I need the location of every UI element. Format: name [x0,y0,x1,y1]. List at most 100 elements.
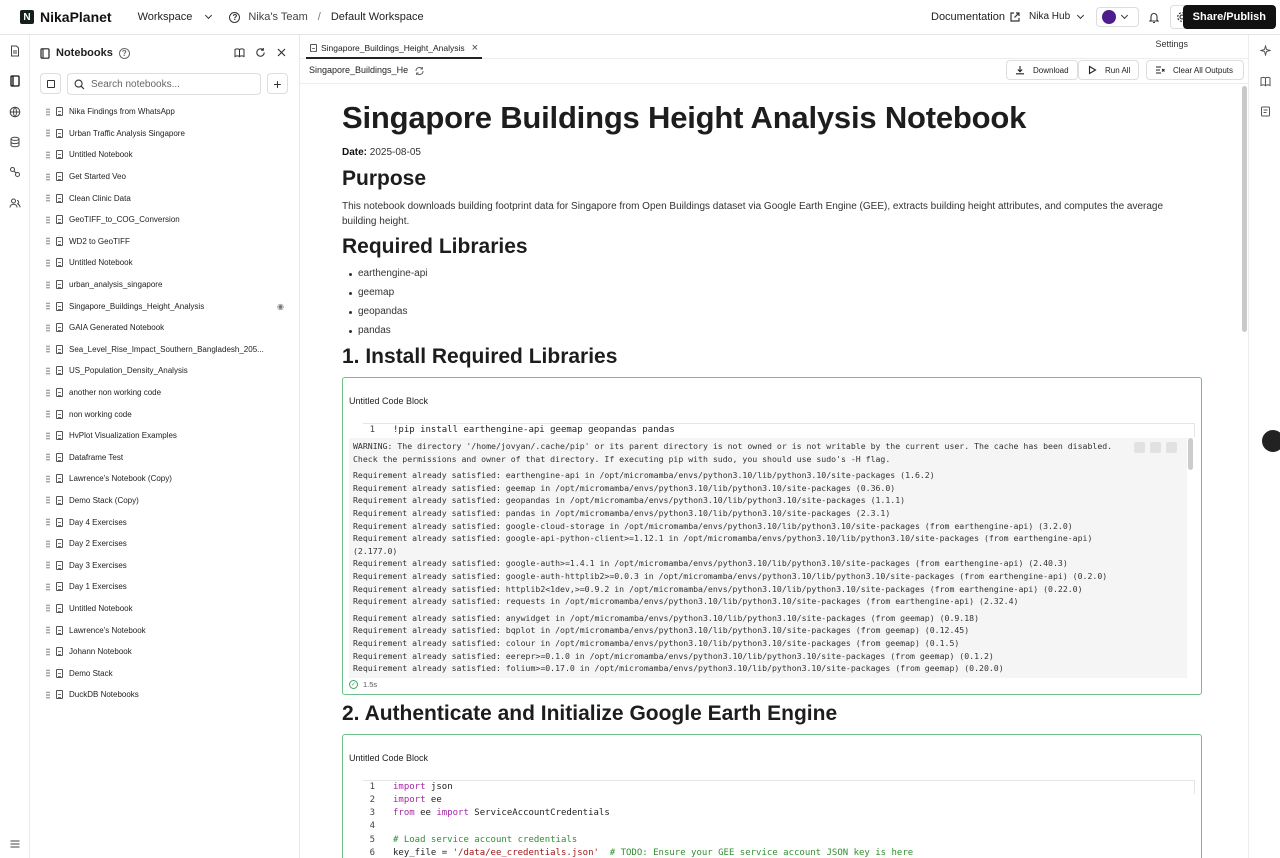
list-item[interactable]: Clean Clinic Data [30,187,300,209]
tab-singapore-buildings[interactable]: Singapore_Buildings_Height_Analysis × [306,39,483,59]
notebook-name-field[interactable]: Singapore_Buildings_He [309,65,408,75]
drag-handle-icon[interactable] [46,604,50,613]
list-item[interactable]: Nika Findings from WhatsApp [30,101,300,123]
list-item[interactable]: urban_analysis_singapore [30,274,300,296]
list-item[interactable]: Demo Stack (Copy) [30,490,300,512]
eye-icon[interactable]: ◉ [277,302,284,311]
drag-handle-icon[interactable] [46,215,50,224]
notebook-icon [56,474,63,484]
drag-handle-icon[interactable] [46,582,50,591]
list-item[interactable]: Day 2 Exercises [30,533,300,555]
menu-icon[interactable] [9,838,21,850]
list-item[interactable]: Lawrence's Notebook (Copy) [30,468,300,490]
list-item[interactable]: Dataframe Test [30,447,300,469]
drag-handle-icon[interactable] [46,388,50,397]
list-item[interactable]: Day 4 Exercises [30,511,300,533]
drag-handle-icon[interactable] [46,345,50,354]
globe-icon[interactable] [9,106,21,118]
list-item[interactable]: another non working code [30,382,300,404]
search-input[interactable] [91,78,241,90]
copy-icon[interactable] [1150,442,1161,453]
floating-toggle-button[interactable] [1262,430,1280,452]
drag-handle-icon[interactable] [46,258,50,267]
list-item[interactable]: WD2 to GeoTIFF [30,231,300,253]
list-item[interactable]: Day 1 Exercises [30,576,300,598]
add-notebook-button[interactable]: + [267,73,288,94]
drag-handle-icon[interactable] [46,647,50,656]
users-icon[interactable] [9,197,21,209]
close-icon[interactable] [276,47,287,58]
delete-icon[interactable] [1166,442,1177,453]
drag-handle-icon[interactable] [46,172,50,181]
clear-outputs-button[interactable]: Clear All Outputs [1146,60,1244,80]
notebook-search[interactable] [67,73,261,95]
list-item[interactable]: Day 3 Exercises [30,554,300,576]
notebook-icon[interactable] [9,75,21,87]
code-editor[interactable] [363,780,1195,794]
documentation-link[interactable]: Documentation [931,11,1020,23]
list-item[interactable]: Johann Notebook [30,641,300,663]
team-selector[interactable]: ? Nika's Team [229,11,308,23]
list-item[interactable]: DuckDB Notebooks [30,684,300,706]
drag-handle-icon[interactable] [46,518,50,527]
drag-handle-icon[interactable] [46,453,50,462]
list-item[interactable]: HvPlot Visualization Examples [30,425,300,447]
list-item[interactable]: Untitled Notebook [30,252,300,274]
drag-handle-icon[interactable] [46,539,50,548]
link-icon[interactable] [9,166,21,178]
drag-handle-icon[interactable] [46,280,50,289]
book-open-icon[interactable] [234,47,245,58]
list-item[interactable]: Untitled Notebook [30,144,300,166]
workspace-name[interactable]: Default Workspace [331,11,424,23]
drag-handle-icon[interactable] [46,107,50,116]
drag-handle-icon[interactable] [46,626,50,635]
output-scrollbar[interactable] [1188,438,1193,470]
bell-icon[interactable] [1148,11,1160,24]
workspace-dropdown[interactable]: Workspace [138,11,213,23]
list-item[interactable]: Sea_Level_Rise_Impact_Southern_Banglades… [30,339,300,361]
code-cell-install[interactable]: Untitled Code Block 1 !pip install earth… [342,377,1202,695]
drag-handle-icon[interactable] [46,561,50,570]
list-item[interactable]: Untitled Notebook [30,598,300,620]
code-cell-authenticate[interactable]: Untitled Code Block 1 import json 2 import … [342,734,1202,858]
drag-handle-icon[interactable] [46,194,50,203]
list-item[interactable]: Singapore_Buildings_Height_Analysis ◉ [30,295,300,317]
avatar-menu[interactable] [1096,7,1139,27]
help-icon[interactable]: ? [118,47,130,59]
drag-handle-icon[interactable] [46,410,50,419]
list-item[interactable]: Demo Stack [30,662,300,684]
download-button[interactable]: Download [1006,60,1078,80]
database-icon[interactable] [9,136,21,148]
list-item-label: Day 1 Exercises [69,582,127,592]
share-publish-button[interactable]: Share/Publish [1182,5,1276,29]
list-item[interactable]: Lawrence's Notebook [30,619,300,641]
drag-handle-icon[interactable] [46,366,50,375]
list-item[interactable]: Get Started Veo [30,166,300,188]
drag-handle-icon[interactable] [46,323,50,332]
book-icon[interactable] [1260,76,1271,87]
list-item[interactable]: Urban Traffic Analysis Singapore [30,123,300,145]
list-item[interactable]: US_Population_Density_Analysis [30,360,300,382]
drag-handle-icon[interactable] [46,431,50,440]
list-item[interactable]: non working code [30,403,300,425]
run-all-button[interactable]: Run All [1078,60,1140,80]
content-scrollbar[interactable] [1242,86,1247,332]
file-icon[interactable] [9,45,21,57]
select-all-checkbox[interactable] [40,73,61,94]
list-item[interactable]: GAIA Generated Notebook [30,317,300,339]
drag-handle-icon[interactable] [46,237,50,246]
note-icon[interactable] [1260,106,1271,117]
drag-handle-icon[interactable] [46,129,50,138]
list-item[interactable]: GeoTIFF_to_COG_Conversion [30,209,300,231]
hub-dropdown[interactable]: Nika Hub [1029,11,1085,22]
drag-handle-icon[interactable] [46,496,50,505]
expand-icon[interactable] [1134,442,1145,453]
close-tab-icon[interactable]: × [472,42,478,54]
drag-handle-icon[interactable] [46,669,50,678]
drag-handle-icon[interactable] [46,150,50,159]
refresh-icon[interactable] [255,47,266,58]
sparkle-icon[interactable] [1260,45,1271,56]
drag-handle-icon[interactable] [46,690,50,699]
drag-handle-icon[interactable] [46,474,50,483]
drag-handle-icon[interactable] [46,302,50,311]
